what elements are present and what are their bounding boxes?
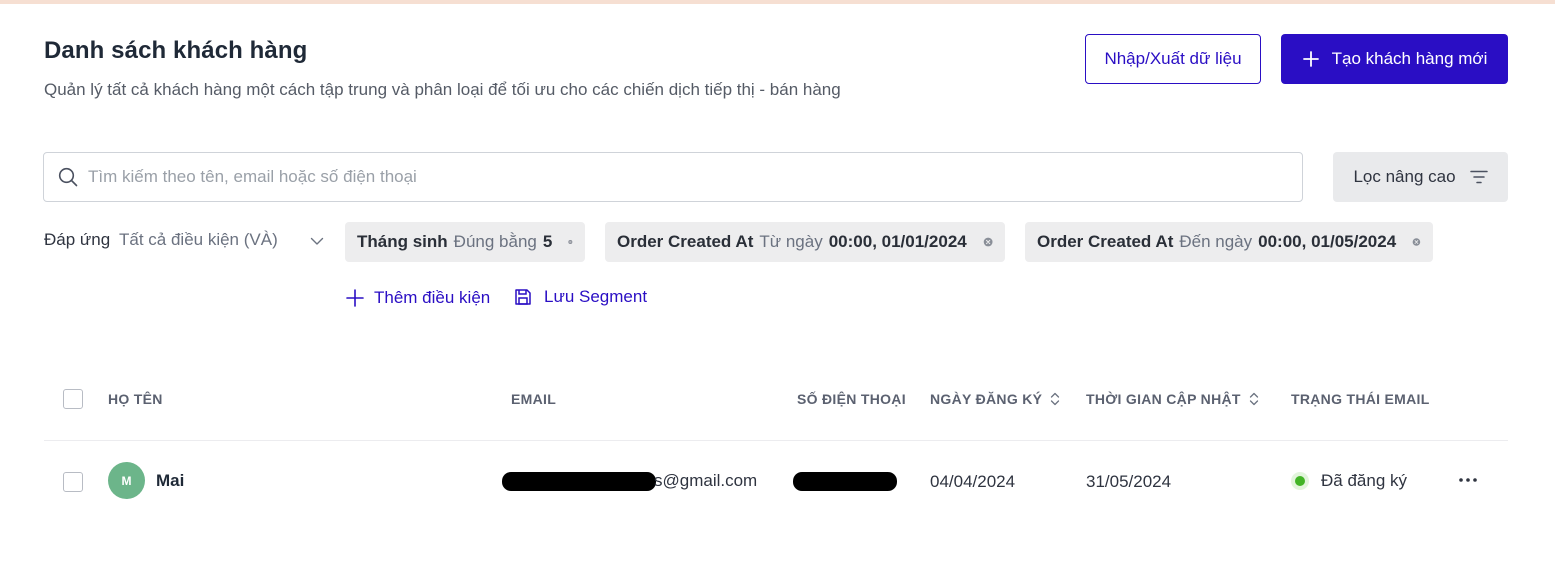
condition-chip[interactable]: Order Created At Đến ngày 00:00, 01/05/2… bbox=[1025, 222, 1433, 262]
status-dot-icon bbox=[1291, 472, 1309, 490]
column-header-updated[interactable]: THỜI GIAN CẬP NHẬT bbox=[1086, 391, 1259, 407]
customer-name[interactable]: Mai bbox=[156, 471, 184, 491]
column-header-name: HỌ TÊN bbox=[108, 391, 163, 407]
row-checkbox[interactable] bbox=[63, 472, 83, 492]
create-customer-label: Tạo khách hàng mới bbox=[1331, 49, 1488, 68]
column-header-phone: SỐ ĐIỆN THOẠI bbox=[797, 391, 906, 407]
customer-email-suffix: s@gmail.com bbox=[654, 471, 758, 490]
redacted-phone-block bbox=[793, 472, 897, 491]
chip-value: 00:00, 01/05/2024 bbox=[1258, 232, 1397, 251]
chip-field: Tháng sinh bbox=[357, 232, 448, 251]
page-title: Danh sách khách hàng bbox=[44, 37, 308, 64]
close-circle-icon[interactable] bbox=[568, 235, 573, 249]
column-header-registered[interactable]: NGÀY ĐĂNG KÝ bbox=[930, 391, 1060, 407]
create-customer-button[interactable]: Tạo khách hàng mới bbox=[1281, 34, 1508, 84]
chip-value: 00:00, 01/01/2024 bbox=[828, 232, 967, 251]
search-box[interactable] bbox=[43, 152, 1303, 202]
chip-value: 5 bbox=[542, 232, 553, 251]
match-mode-select[interactable]: Tất cả điều kiện (VÀ) bbox=[119, 230, 329, 250]
customer-registered-date: 04/04/2024 bbox=[930, 472, 1016, 491]
column-header-registered-label: NGÀY ĐĂNG KÝ bbox=[930, 391, 1043, 407]
close-circle-icon[interactable] bbox=[1412, 235, 1421, 249]
sort-icon[interactable] bbox=[1249, 392, 1259, 406]
import-export-button[interactable]: Nhập/Xuất dữ liệu bbox=[1085, 34, 1261, 84]
select-all-checkbox[interactable] bbox=[63, 389, 83, 409]
filter-lines-icon bbox=[1469, 170, 1488, 184]
customer-email: s@gmail.com bbox=[502, 471, 757, 491]
row-more-button[interactable] bbox=[1456, 470, 1480, 490]
column-header-name-label: HỌ TÊN bbox=[108, 391, 163, 407]
chip-field: Order Created At bbox=[617, 232, 754, 251]
add-condition-button[interactable]: Thêm điều kiện bbox=[345, 288, 490, 308]
chip-operator: Đến ngày bbox=[1179, 232, 1253, 251]
condition-chip[interactable]: Tháng sinh Đúng bằng 5 bbox=[345, 222, 585, 262]
column-header-email-status-label: TRẠNG THÁI EMAIL bbox=[1291, 391, 1430, 407]
redacted-email-block bbox=[502, 471, 656, 491]
chevron-down-icon bbox=[310, 237, 324, 245]
more-horizontal-icon bbox=[1459, 478, 1477, 482]
chip-operator: Đúng bằng bbox=[453, 232, 537, 251]
plus-icon bbox=[1302, 51, 1319, 67]
avatar: M bbox=[108, 462, 145, 499]
condition-chip[interactable]: Order Created At Từ ngày 00:00, 01/01/20… bbox=[605, 222, 1005, 262]
customer-phone bbox=[793, 472, 897, 496]
column-header-email-status: TRẠNG THÁI EMAIL bbox=[1291, 391, 1430, 407]
email-status-label: Đã đăng ký bbox=[1321, 471, 1407, 490]
column-header-email-label: EMAIL bbox=[511, 391, 557, 407]
advanced-filter-label: Lọc nâng cao bbox=[1353, 167, 1456, 186]
customer-updated-date: 31/05/2024 bbox=[1086, 472, 1172, 491]
save-segment-button[interactable]: Lưu Segment bbox=[513, 287, 647, 307]
chip-operator: Từ ngày bbox=[759, 232, 823, 251]
sort-icon[interactable] bbox=[1050, 392, 1060, 406]
advanced-filter-button[interactable]: Lọc nâng cao bbox=[1333, 152, 1508, 202]
match-label: Đáp ứng bbox=[44, 230, 111, 249]
match-mode-value: Tất cả điều kiện (VÀ) bbox=[119, 230, 278, 249]
table-header-divider bbox=[44, 440, 1508, 441]
page-subtitle: Quản lý tất cả khách hàng một cách tập t… bbox=[44, 80, 841, 99]
close-circle-icon[interactable] bbox=[983, 235, 993, 249]
column-header-email: EMAIL bbox=[511, 391, 556, 407]
save-icon bbox=[515, 289, 531, 305]
search-input[interactable] bbox=[88, 167, 1268, 187]
import-export-label: Nhập/Xuất dữ liệu bbox=[1104, 49, 1242, 68]
add-condition-label: Thêm điều kiện bbox=[374, 288, 491, 307]
chip-field: Order Created At bbox=[1037, 232, 1174, 251]
search-icon bbox=[58, 167, 78, 187]
top-accent-strip bbox=[0, 0, 1555, 4]
email-status-badge: Đã đăng ký bbox=[1291, 471, 1407, 491]
column-header-phone-label: SỐ ĐIỆN THOẠI bbox=[797, 391, 906, 407]
plus-icon bbox=[346, 289, 364, 307]
column-header-updated-label: THỜI GIAN CẬP NHẬT bbox=[1086, 391, 1241, 407]
save-segment-label: Lưu Segment bbox=[544, 287, 648, 306]
